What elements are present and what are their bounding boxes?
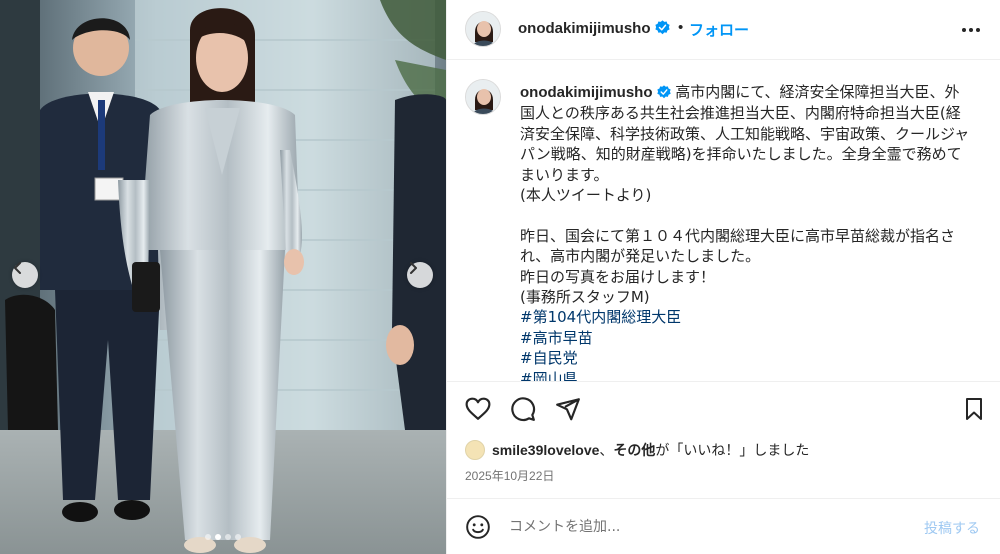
avatar[interactable] [465, 11, 501, 47]
carousel-prev-button[interactable] [12, 262, 38, 288]
post-comment-button[interactable]: 投稿する [924, 518, 980, 538]
header-separator: • [678, 19, 684, 36]
caption-username-link[interactable]: onodakimijimusho [520, 84, 653, 101]
comment-input[interactable] [509, 515, 889, 539]
comment-bar: 投稿する [447, 498, 1000, 554]
action-bar [447, 381, 1000, 439]
liker-avatar[interactable] [465, 440, 485, 460]
carousel-dot [205, 534, 211, 540]
post-detail-panel: onodakimijimusho • フォロー onodakimijimusho… [446, 0, 1000, 554]
send-icon[interactable] [555, 396, 581, 422]
bookmark-icon[interactable] [962, 396, 986, 422]
likes-connector: 、 [599, 442, 614, 458]
caption-avatar[interactable] [465, 79, 501, 115]
chevron-right-icon [410, 262, 417, 274]
carousel-dots [0, 534, 446, 540]
hashtag-link[interactable]: #岡山県 [520, 369, 970, 381]
profile-photo-icon [466, 12, 500, 46]
post-date[interactable]: 2025年10月22日 [465, 467, 554, 484]
carousel-dot [215, 534, 221, 540]
caption-paragraph: 昨日、国会にて第１０４代内閣総理大臣に高市早苗総裁が指名され、高市内閣が発足いた… [520, 226, 956, 266]
caption-blank-line [520, 205, 970, 225]
chevron-left-icon [14, 262, 21, 274]
caption-paragraph: (事務所スタッフM) [520, 288, 650, 307]
carousel-dot [235, 534, 241, 540]
profile-photo-icon [466, 80, 500, 114]
likes-others-link[interactable]: その他 [613, 440, 655, 460]
caption-paragraph: (本人ツイートより) [520, 186, 652, 205]
hashtag-link[interactable]: #高市早苗 [520, 328, 970, 348]
hashtag-link[interactable]: #自民党 [520, 348, 970, 368]
verified-badge-icon [656, 85, 671, 99]
username-link[interactable]: onodakimijimusho [518, 20, 651, 37]
heart-icon[interactable] [465, 396, 491, 422]
likes-summary: smile39lovelove 、 その他 が「いいね！」しました [465, 440, 809, 460]
post-header: onodakimijimusho • フォロー [447, 0, 1000, 60]
header-username[interactable]: onodakimijimusho [518, 20, 670, 37]
caption-area: onodakimijimusho 高市内閣にて、経済安全保障担当大臣、外国人との… [447, 61, 1000, 381]
likes-suffix: が「いいね！」しました [655, 442, 810, 458]
photo-illustration [0, 0, 446, 554]
carousel-dot [225, 534, 231, 540]
emoji-icon[interactable] [465, 514, 491, 540]
verified-badge-icon [654, 20, 670, 35]
caption-username[interactable]: onodakimijimusho [520, 84, 671, 101]
hashtag-link[interactable]: #第104代内閣総理大臣 [520, 307, 970, 327]
follow-button[interactable]: フォロー [689, 19, 749, 40]
carousel-next-button[interactable] [407, 262, 433, 288]
caption-paragraph: 昨日の写真をお届けします！ [520, 267, 716, 286]
more-horizontal-icon[interactable] [961, 20, 981, 40]
comment-icon[interactable] [510, 396, 536, 422]
liker-username[interactable]: smile39lovelove [492, 442, 599, 458]
post-photo[interactable] [0, 0, 446, 554]
caption-text: onodakimijimusho 高市内閣にて、経済安全保障担当大臣、外国人との… [520, 82, 970, 381]
